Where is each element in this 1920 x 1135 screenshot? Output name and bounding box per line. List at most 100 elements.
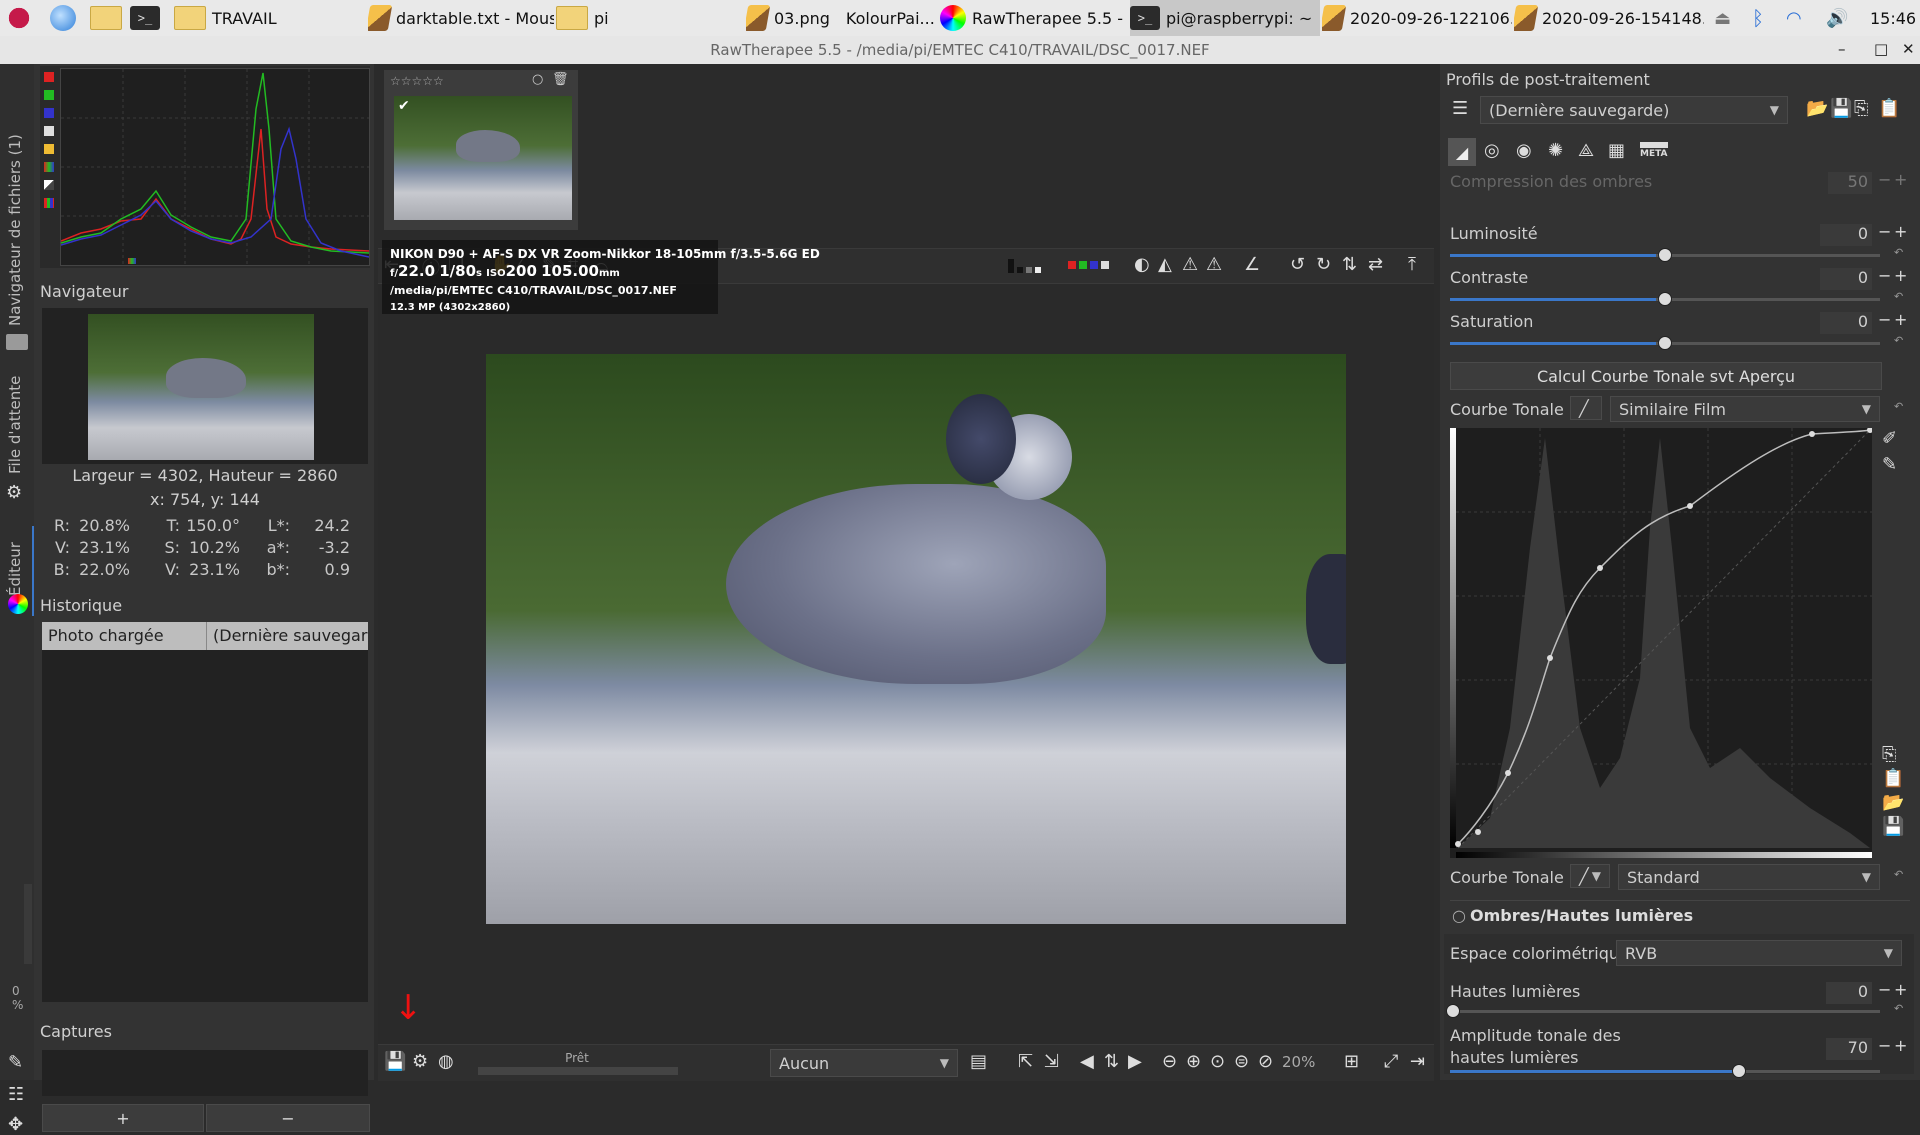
- saturation-reset-icon[interactable]: ↶: [1894, 334, 1903, 347]
- luminosity-increment[interactable]: +: [1894, 222, 1907, 241]
- tone-curve-2-mode-select[interactable]: Standard ▼: [1618, 864, 1880, 890]
- flip-horizontal-icon[interactable]: ⇄: [1368, 254, 1383, 275]
- tone-curve-2-type-button[interactable]: ╱ ▼: [1570, 864, 1610, 888]
- focus-mask-icon[interactable]: ◐: [1134, 254, 1150, 275]
- chroma-toggle[interactable]: [44, 144, 54, 154]
- processing-profile-select[interactable]: (Dernière sauvegarde) ▼: [1480, 96, 1788, 124]
- luminosity-slider-knob[interactable]: [1658, 248, 1672, 262]
- tab-editor[interactable]: Éditeur: [6, 526, 24, 596]
- task-kolourpaint[interactable]: 03.png KolourPai...: [746, 0, 936, 36]
- tone-curve-1-mode-select[interactable]: Similaire Film ▼: [1610, 396, 1880, 422]
- raw-toggle[interactable]: [44, 162, 54, 172]
- move-icon[interactable]: ✥: [8, 1114, 23, 1135]
- task-mousepad[interactable]: darktable.txt - Mous...: [368, 0, 554, 36]
- saturation-value[interactable]: 0: [1820, 312, 1872, 334]
- curve-point[interactable]: [1475, 829, 1481, 835]
- highlights-increment[interactable]: +: [1894, 980, 1907, 999]
- curve-point[interactable]: [1455, 841, 1461, 847]
- warning-shadows-icon[interactable]: ⚠: [1182, 254, 1198, 275]
- curve-open-icon[interactable]: 📂: [1882, 792, 1904, 813]
- calc-tone-curve-button[interactable]: Calcul Courbe Tonale svt Aperçu: [1450, 362, 1882, 390]
- task-rawtherapee[interactable]: RawTherapee 5.5 - /...: [940, 0, 1126, 36]
- tone-curve-1-reset-icon[interactable]: ↶: [1894, 400, 1903, 413]
- soft-proof-icon[interactable]: ⇱: [1018, 1051, 1033, 1072]
- green-channel-toggle[interactable]: [44, 90, 54, 100]
- bluetooth-icon[interactable]: ᛒ: [1752, 0, 1764, 36]
- tab-details-icon[interactable]: ◎: [1484, 140, 1500, 161]
- paste-profile-icon[interactable]: 📋: [1878, 98, 1900, 119]
- tonal-width-slider-track[interactable]: [1450, 1070, 1880, 1073]
- wifi-icon[interactable]: ◠: [1786, 0, 1802, 36]
- curve-point[interactable]: [1687, 503, 1693, 509]
- straighten-angle-icon[interactable]: ∠: [1244, 254, 1260, 275]
- new-detail-window-icon[interactable]: ⊞: [1344, 1051, 1359, 1072]
- tone-curve-2-reset-icon[interactable]: ↶: [1894, 868, 1903, 881]
- rotate-right-icon[interactable]: ↻: [1316, 254, 1331, 275]
- hide-right-panel-icon[interactable]: ⇥: [1410, 1051, 1425, 1072]
- red-channel-toggle[interactable]: [44, 72, 54, 82]
- sliders-icon[interactable]: ☷: [8, 1084, 24, 1105]
- tonal-width-increment[interactable]: +: [1894, 1036, 1907, 1055]
- thumbnail-stars[interactable]: ☆☆☆☆☆: [390, 74, 444, 88]
- saturation-slider-knob[interactable]: [1658, 336, 1672, 350]
- tonal-width-decrement[interactable]: −: [1878, 1036, 1891, 1055]
- tab-color-icon[interactable]: ◉: [1516, 140, 1532, 161]
- fullscreen-icon[interactable]: ⤢: [1384, 1051, 1398, 1072]
- shadow-clip-icon[interactable]: ◭: [1158, 254, 1172, 275]
- remove-capture-button[interactable]: −: [206, 1104, 370, 1132]
- contrast-value[interactable]: 0: [1820, 268, 1872, 290]
- task-screenshot-2[interactable]: 2020-09-26-154148...: [1514, 0, 1704, 36]
- zoom-fit-crop-icon[interactable]: ⊘: [1258, 1051, 1273, 1072]
- filmstrip-thumbnail-card[interactable]: ☆☆☆☆☆ 🗑 ○ ✔: [384, 70, 578, 230]
- saturation-decrement[interactable]: −: [1878, 310, 1891, 329]
- contrast-reset-icon[interactable]: ↶: [1894, 290, 1903, 303]
- zoom-fit-icon[interactable]: ⊜: [1234, 1051, 1249, 1072]
- image-canvas[interactable]: NIKON D90 + AF-S DX VR Zoom-Nikkor 18-10…: [378, 240, 1434, 1044]
- colorspace-select[interactable]: RVB ▼: [1616, 940, 1902, 966]
- save-profile-icon[interactable]: 💾: [1830, 98, 1852, 119]
- mode-toggle[interactable]: [44, 198, 54, 208]
- sync-image-icon[interactable]: ⇅: [1104, 1051, 1119, 1072]
- curve-point[interactable]: [1809, 431, 1815, 437]
- previous-image-icon[interactable]: ◀: [1080, 1051, 1094, 1072]
- task-terminal[interactable]: >_ pi@raspberrypi: ~: [1130, 0, 1320, 36]
- history-row-selected[interactable]: Photo chargée (Dernière sauvegard...: [42, 622, 368, 650]
- zoom-100-icon[interactable]: ⊙: [1210, 1051, 1225, 1072]
- export-icon[interactable]: ⤒: [1408, 254, 1416, 275]
- close-button[interactable]: ✕: [1902, 40, 1915, 58]
- shadows-compression-increment[interactable]: +: [1894, 170, 1907, 189]
- tab-raw-icon[interactable]: ▦: [1608, 140, 1625, 161]
- luminosity-value[interactable]: 0: [1820, 224, 1872, 246]
- volume-icon[interactable]: 🔊: [1826, 0, 1848, 36]
- rotate-left-icon[interactable]: ↺: [1290, 254, 1305, 275]
- profile-list-icon[interactable]: ☰: [1452, 98, 1468, 119]
- luminosity-reset-icon[interactable]: ↶: [1894, 246, 1903, 259]
- tab-file-browser[interactable]: Navigateur de fichiers (1): [6, 76, 24, 326]
- history-list[interactable]: Photo chargée (Dernière sauvegard...: [42, 622, 368, 1002]
- minimize-button[interactable]: –: [1838, 40, 1846, 58]
- tab-advanced-icon[interactable]: ✺: [1548, 140, 1563, 161]
- highlights-slider-track[interactable]: [1450, 1010, 1880, 1013]
- luminosity-decrement[interactable]: −: [1878, 222, 1891, 241]
- circle-icon[interactable]: ○: [532, 72, 543, 87]
- highlights-reset-icon[interactable]: ↶: [1894, 1002, 1903, 1015]
- shadows-compression-value[interactable]: 50: [1828, 172, 1872, 194]
- curve-point[interactable]: [1597, 565, 1603, 571]
- tab-queue[interactable]: File d'attente: [6, 374, 24, 474]
- trash-icon[interactable]: 🗑: [552, 72, 569, 87]
- gamut-check-icon[interactable]: ⇲: [1044, 1051, 1059, 1072]
- curve-paste-icon[interactable]: 📋: [1882, 768, 1904, 789]
- external-editor-icon[interactable]: ◍: [438, 1051, 454, 1072]
- toggle-circle-icon[interactable]: ○: [1452, 906, 1466, 925]
- eject-icon[interactable]: ⏏: [1714, 0, 1731, 36]
- preview-background-buttons[interactable]: [1008, 257, 1052, 273]
- file-manager-launcher[interactable]: [90, 0, 122, 36]
- shadows-highlights-title[interactable]: Ombres/Hautes lumières: [1470, 906, 1693, 925]
- raspberry-menu-button[interactable]: [6, 0, 32, 36]
- next-image-icon[interactable]: ▶: [1128, 1051, 1142, 1072]
- task-travail[interactable]: TRAVAIL: [174, 0, 354, 36]
- curve-point[interactable]: [1547, 655, 1553, 661]
- shadows-compression-decrement[interactable]: −: [1878, 170, 1891, 189]
- color-management-icon[interactable]: ▤: [970, 1051, 987, 1072]
- contrast-increment[interactable]: +: [1894, 266, 1907, 285]
